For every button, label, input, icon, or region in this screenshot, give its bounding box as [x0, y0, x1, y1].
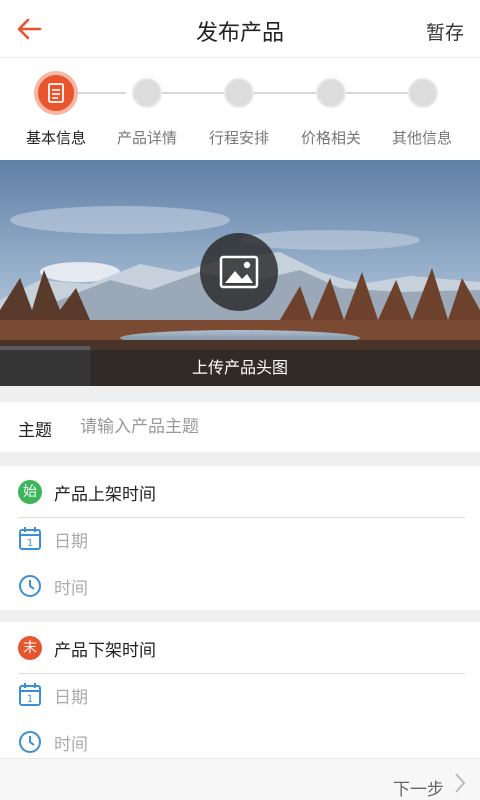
section-divider [0, 610, 480, 622]
subject-row: 主题 [0, 402, 480, 452]
step-1-indicator[interactable] [34, 71, 78, 115]
section-divider [0, 452, 480, 466]
step-4-indicator[interactable] [316, 78, 346, 108]
upload-caption: 上传产品头图 [0, 350, 480, 386]
end-badge: 末 [18, 636, 42, 660]
clock-icon [19, 731, 41, 753]
step-2-label[interactable]: 产品详情 [101, 127, 193, 148]
step-3-indicator[interactable] [224, 78, 254, 108]
subject-label: 主题 [18, 421, 52, 441]
step-1-label[interactable]: 基本信息 [10, 127, 102, 148]
progress-stepper: 基本信息 产品详情 行程安排 价格相关 其他信息 [0, 58, 480, 160]
document-icon [48, 83, 64, 103]
image-icon [219, 255, 259, 289]
on-shelf-date-field[interactable]: 1 日期 [18, 520, 465, 560]
step-2-indicator[interactable] [132, 78, 162, 108]
svg-text:1: 1 [27, 538, 33, 549]
step-4-label[interactable]: 价格相关 [285, 127, 377, 148]
clock-icon [19, 575, 41, 597]
off-shelf-time-field[interactable]: 时间 [18, 723, 465, 763]
step-connector [254, 92, 316, 94]
step-3-label[interactable]: 行程安排 [193, 127, 285, 148]
on-shelf-title: 产品上架时间 [54, 485, 156, 505]
date-placeholder: 日期 [54, 688, 88, 708]
off-shelf-time-section: 末 产品下架时间 1 日期 时间 [0, 622, 480, 758]
calendar-icon: 1 [19, 527, 41, 550]
page-title: 发布产品 [195, 21, 284, 46]
off-shelf-header: 末 产品下架时间 [18, 634, 465, 674]
date-placeholder: 日期 [54, 532, 88, 552]
start-badge: 始 [18, 480, 42, 504]
time-placeholder: 时间 [54, 579, 88, 599]
top-bar: 发布产品 暂存 [0, 0, 480, 58]
on-shelf-time-field[interactable]: 时间 [18, 567, 465, 607]
on-shelf-time-section: 始 产品上架时间 1 日期 时间 [0, 466, 480, 610]
next-step-button[interactable]: 下一步 [393, 775, 444, 800]
subject-input[interactable] [80, 412, 460, 442]
upload-image-button[interactable] [200, 233, 278, 311]
step-5-indicator[interactable] [408, 78, 438, 108]
off-shelf-date-field[interactable]: 1 日期 [18, 676, 465, 716]
product-header-image[interactable]: 上传产品头图 [0, 160, 480, 386]
off-shelf-title: 产品下架时间 [54, 641, 156, 661]
step-5-label[interactable]: 其他信息 [376, 127, 468, 148]
bottom-bar: 下一步 [0, 758, 480, 800]
step-connector [346, 92, 408, 94]
svg-text:1: 1 [27, 694, 33, 705]
save-draft-button[interactable]: 暂存 [426, 18, 464, 45]
calendar-icon: 1 [19, 683, 41, 706]
section-divider [0, 386, 480, 402]
on-shelf-header: 始 产品上架时间 [18, 478, 465, 518]
step-connector [78, 92, 126, 94]
time-placeholder: 时间 [54, 735, 88, 755]
step-connector [162, 92, 224, 94]
chevron-right-icon[interactable] [452, 771, 468, 795]
